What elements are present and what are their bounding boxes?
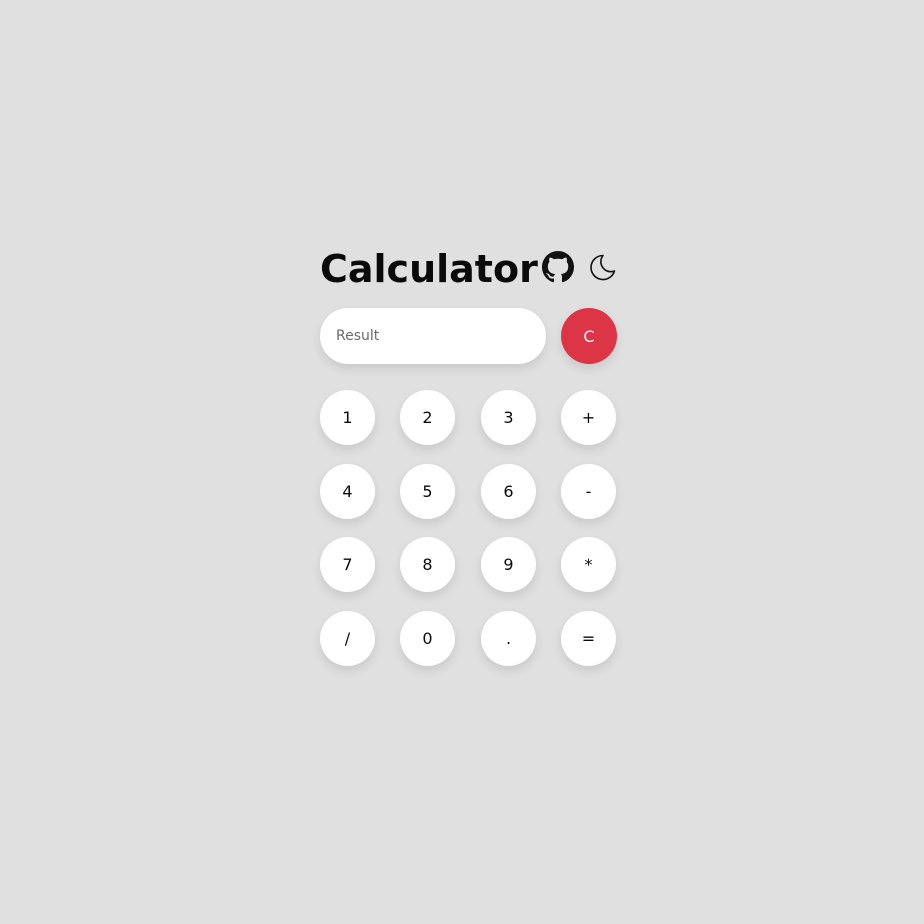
key-equals[interactable]: = [561,611,616,666]
github-icon [542,251,574,283]
key-3[interactable]: 3 [481,390,536,445]
display-row: C [320,308,617,366]
key-8[interactable]: 8 [400,537,455,592]
key-plus[interactable]: + [561,390,616,445]
keypad: 1 2 3 + 4 5 6 - 7 8 9 * / 0 . = [320,390,616,670]
key-divide[interactable]: / [320,611,375,666]
key-5[interactable]: 5 [400,464,455,519]
theme-toggle-button[interactable] [586,251,618,283]
result-field[interactable] [320,308,546,364]
page-title: Calculator [320,247,538,291]
clear-button[interactable]: C [561,308,617,364]
calculator-header: Calculator [320,247,618,292]
key-2[interactable]: 2 [400,390,455,445]
moon-icon [590,254,616,281]
key-minus[interactable]: - [561,464,616,519]
key-4[interactable]: 4 [320,464,375,519]
github-link[interactable] [542,251,574,283]
key-decimal[interactable]: . [481,611,536,666]
key-0[interactable]: 0 [400,611,455,666]
key-multiply[interactable]: * [561,537,616,592]
calculator: Calculator C 1 2 3 + 4 5 6 - 7 8 9 * / 0… [320,247,618,670]
key-9[interactable]: 9 [481,537,536,592]
key-6[interactable]: 6 [481,464,536,519]
key-7[interactable]: 7 [320,537,375,592]
key-1[interactable]: 1 [320,390,375,445]
